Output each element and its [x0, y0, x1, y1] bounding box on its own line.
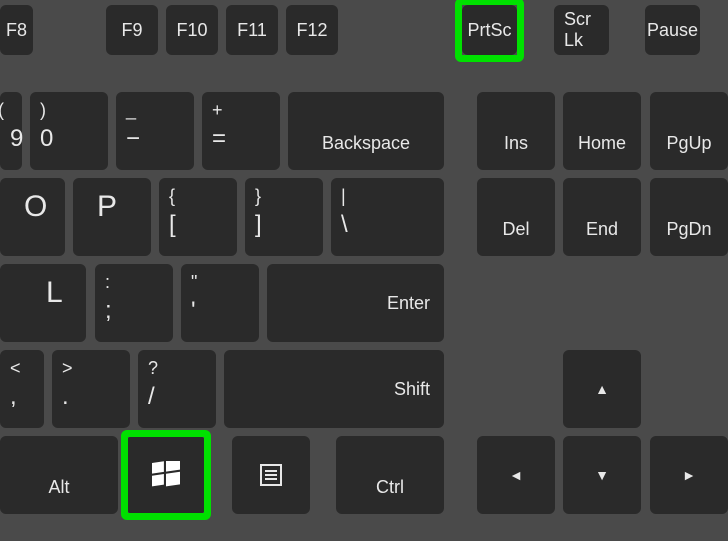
key-lower: [: [169, 211, 176, 239]
key-lower: \: [341, 211, 348, 239]
key-upper: _: [126, 100, 136, 121]
key-shift[interactable]: Shift: [224, 350, 444, 428]
key-label: Scr Lk: [564, 9, 599, 51]
key-label: Home: [578, 133, 626, 154]
key-comma[interactable]: < ,: [0, 350, 44, 428]
key-ins[interactable]: Ins: [477, 92, 555, 170]
key-label: F11: [237, 20, 267, 41]
key-f10[interactable]: F10: [166, 5, 218, 55]
key-label: PgDn: [666, 219, 711, 240]
key-quote[interactable]: " ': [181, 264, 259, 342]
key-label: P: [83, 186, 117, 224]
key-upper: >: [62, 358, 73, 379]
key-menu[interactable]: [232, 436, 310, 514]
key-arrow-down[interactable]: ▼: [563, 436, 641, 514]
key-label: End: [586, 219, 618, 240]
key-label: F10: [176, 20, 207, 41]
key-enter[interactable]: Enter: [267, 264, 444, 342]
key-p[interactable]: P: [73, 178, 151, 256]
key-f11[interactable]: F11: [226, 5, 278, 55]
key-label: Pause: [647, 20, 698, 41]
key-lower: 0: [40, 125, 53, 153]
key-arrow-up[interactable]: ▲: [563, 350, 641, 428]
key-lower: /: [148, 383, 155, 411]
key-scrlk[interactable]: Scr Lk: [554, 5, 609, 55]
key-lbracket[interactable]: { [: [159, 178, 237, 256]
key-upper: :: [105, 272, 110, 293]
key-l[interactable]: L: [0, 264, 86, 342]
key-upper: +: [212, 100, 223, 121]
key-rbracket[interactable]: } ]: [245, 178, 323, 256]
key-label: O: [10, 186, 47, 224]
key-ctrl[interactable]: Ctrl: [336, 436, 444, 514]
key-f12[interactable]: F12: [286, 5, 338, 55]
key-f9[interactable]: F9: [106, 5, 158, 55]
windows-icon: [152, 461, 180, 489]
key-label: Alt: [48, 477, 69, 498]
key-label: L: [10, 272, 63, 310]
key-label: Ins: [504, 133, 528, 154]
key-backslash[interactable]: | \: [331, 178, 444, 256]
key-backspace[interactable]: Backspace: [288, 92, 444, 170]
key-label: Ctrl: [376, 477, 404, 498]
menu-icon: [259, 463, 283, 487]
arrow-up-icon: ▲: [595, 381, 609, 397]
key-semicolon[interactable]: : ;: [95, 264, 173, 342]
key-prtsc[interactable]: PrtSc: [462, 5, 517, 55]
key-lower: −: [126, 125, 140, 153]
key-lower: =: [212, 125, 226, 153]
key-lower: .: [62, 383, 69, 411]
key-upper: <: [10, 358, 21, 379]
key-lower: 9: [10, 125, 23, 153]
key-equals[interactable]: + =: [202, 92, 280, 170]
key-label: F12: [296, 20, 327, 41]
key-minus[interactable]: _ −: [116, 92, 194, 170]
key-lower: ;: [105, 297, 112, 325]
key-lower: ,: [10, 383, 17, 411]
key-home[interactable]: Home: [563, 92, 641, 170]
key-upper: |: [341, 186, 346, 207]
key-lower: ': [191, 297, 196, 325]
key-o[interactable]: O: [0, 178, 65, 256]
key-upper: (: [0, 100, 4, 121]
key-lower: ]: [255, 211, 262, 239]
key-upper: }: [255, 186, 261, 207]
key-period[interactable]: > .: [52, 350, 130, 428]
key-upper: ?: [148, 358, 158, 379]
key-end[interactable]: End: [563, 178, 641, 256]
arrow-left-icon: ◄: [509, 467, 523, 483]
key-9[interactable]: ( 9: [0, 92, 22, 170]
key-label: Backspace: [322, 133, 410, 154]
key-0[interactable]: ) 0: [30, 92, 108, 170]
key-pause[interactable]: Pause: [645, 5, 700, 55]
arrow-down-icon: ▼: [595, 467, 609, 483]
key-upper: {: [169, 186, 175, 207]
key-label: PrtSc: [468, 20, 512, 41]
key-arrow-right[interactable]: ►: [650, 436, 728, 514]
key-label: Shift: [394, 379, 430, 400]
key-alt[interactable]: Alt: [0, 436, 118, 514]
key-slash[interactable]: ? /: [138, 350, 216, 428]
key-arrow-left[interactable]: ◄: [477, 436, 555, 514]
key-label: PgUp: [666, 133, 711, 154]
key-label: Del: [502, 219, 529, 240]
arrow-right-icon: ►: [682, 467, 696, 483]
key-upper: ": [191, 272, 197, 293]
key-label: Enter: [387, 293, 430, 314]
key-pgdn[interactable]: PgDn: [650, 178, 728, 256]
key-upper: ): [40, 100, 46, 121]
key-del[interactable]: Del: [477, 178, 555, 256]
key-label: F8: [6, 20, 27, 41]
key-windows[interactable]: [127, 436, 205, 514]
key-pgup[interactable]: PgUp: [650, 92, 728, 170]
key-label: F9: [121, 20, 142, 41]
key-f8[interactable]: F8: [0, 5, 33, 55]
